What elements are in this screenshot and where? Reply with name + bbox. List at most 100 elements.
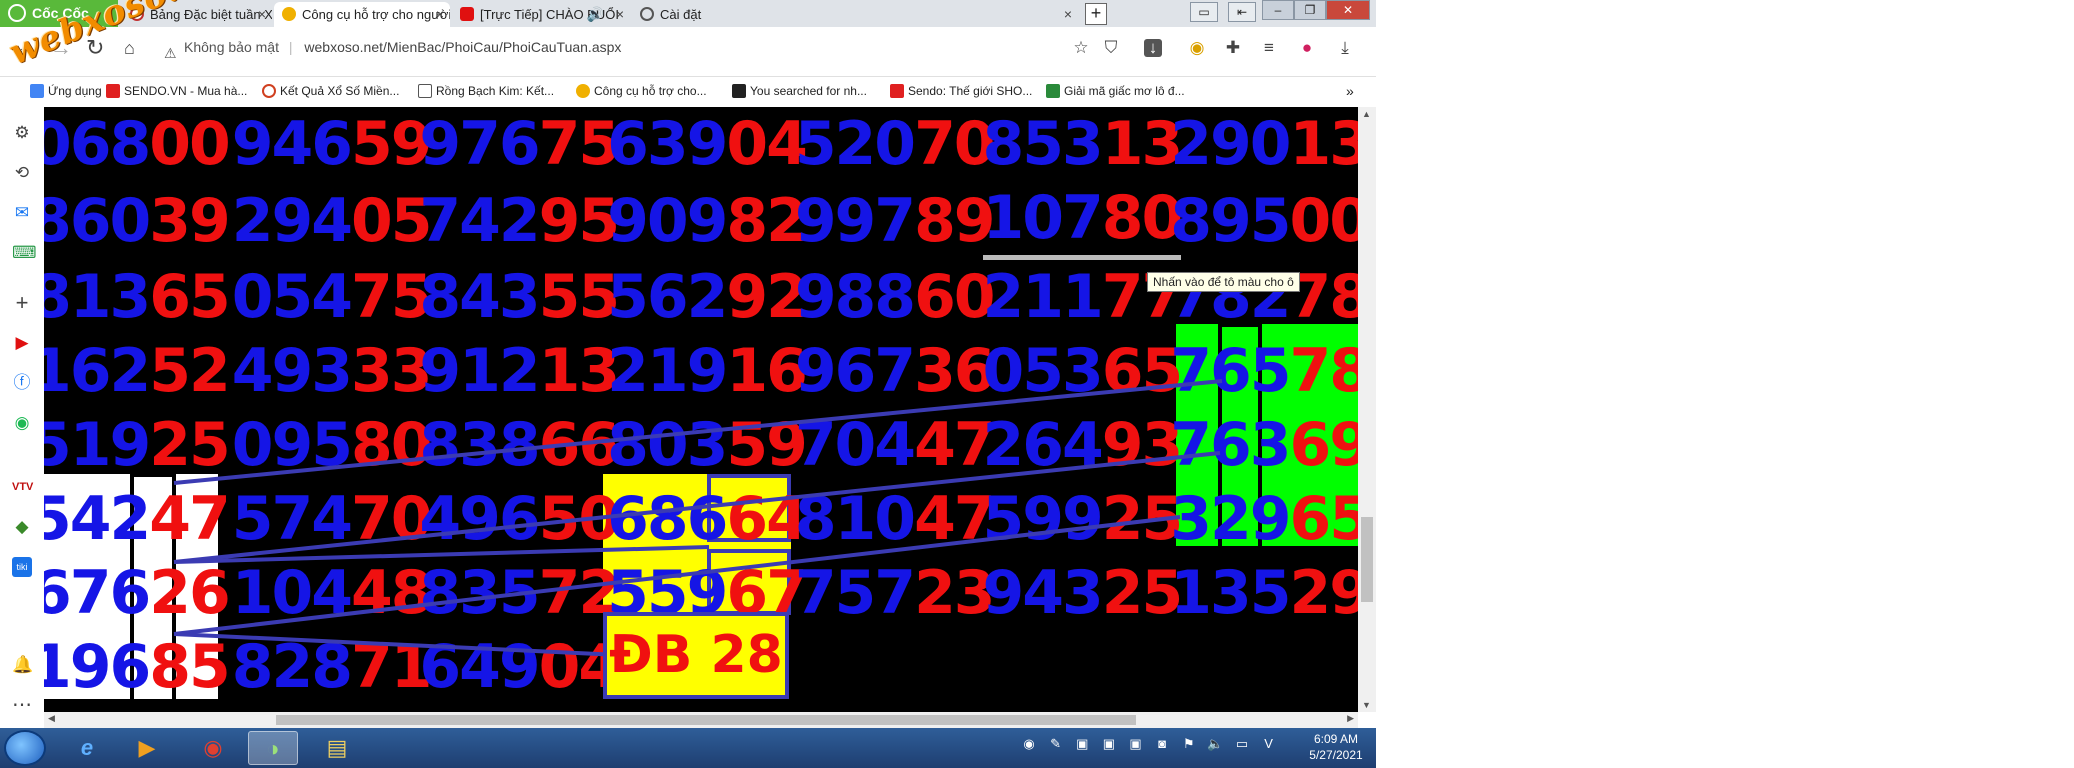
- grid-cell[interactable]: 97675: [419, 107, 620, 181]
- tiki-icon[interactable]: tiki: [12, 557, 32, 577]
- grid-cell[interactable]: 90982: [607, 181, 808, 260]
- scroll-down-arrow-icon[interactable]: ▼: [1362, 700, 1371, 710]
- screenshot-icon[interactable]: ▭: [1190, 2, 1218, 22]
- lottery-number[interactable]: 09580: [232, 408, 433, 482]
- tab-cai-dat[interactable]: Cài đặt ×: [632, 2, 1084, 27]
- sidebar-toggle-icon[interactable]: ⇤: [1228, 2, 1256, 22]
- add-icon[interactable]: +: [12, 292, 32, 314]
- grid-cell[interactable]: 29405: [232, 181, 433, 260]
- grid-cell[interactable]: 63904: [607, 107, 808, 181]
- reading-list-icon[interactable]: ≡: [1260, 39, 1278, 57]
- grid-cell[interactable]: 54247: [44, 482, 232, 556]
- grid-cell[interactable]: 32965: [1170, 482, 1358, 556]
- downloads-icon[interactable]: ⤓: [1336, 39, 1354, 57]
- lottery-number[interactable]: 59925: [983, 482, 1184, 556]
- tab-cong-cu[interactable]: Công cụ hỗ trợ cho người chơi ×: [274, 2, 450, 27]
- bookmark-sendo-the-gioi[interactable]: Sendo: Thế giới SHO...: [890, 80, 1032, 102]
- lottery-number[interactable]: 76578: [1170, 334, 1358, 408]
- grid-cell[interactable]: 09580: [232, 408, 433, 482]
- lottery-number[interactable]: 81365: [44, 260, 231, 334]
- tray-display-icon[interactable]: ▭: [1233, 736, 1251, 752]
- tab-truc-tiep[interactable]: [Trực Tiếp] CHÀO BUỔI 🔊 ×: [452, 2, 630, 27]
- lottery-number[interactable]: 32965: [1170, 482, 1358, 556]
- facebook-icon[interactable]: ⓕ: [12, 373, 32, 393]
- lottery-number[interactable]: 68664: [607, 482, 808, 556]
- shield-icon[interactable]: ⛉: [1102, 39, 1120, 57]
- tray-app-icon[interactable]: ◙: [1153, 736, 1171, 751]
- scroll-up-arrow-icon[interactable]: ▲: [1362, 109, 1371, 119]
- profile-avatar[interactable]: ●: [1298, 39, 1316, 57]
- bookmark-cong-cu[interactable]: Công cụ hỗ trợ cho...: [576, 80, 707, 102]
- bird-icon[interactable]: ◆: [12, 517, 32, 537]
- bookmark-giai-ma[interactable]: Giải mã giấc mơ lô đ...: [1046, 80, 1185, 102]
- grid-cell[interactable]: 84355: [419, 260, 620, 334]
- grid-cell[interactable]: 10780: [982, 181, 1183, 260]
- grid-cell[interactable]: 52070: [795, 107, 996, 181]
- grid-cell[interactable]: 21177: [983, 260, 1184, 334]
- grid-cell[interactable]: 51925: [44, 408, 232, 482]
- lottery-number[interactable]: 29013: [1170, 107, 1358, 181]
- speaker-icon[interactable]: 🔊: [587, 2, 604, 27]
- url-text[interactable]: webxoso.net/MienBac/PhoiCau/PhoiCauTuan.…: [304, 39, 621, 55]
- lottery-number[interactable]: 57470: [232, 482, 433, 556]
- grid-cell[interactable]: [1170, 630, 1358, 704]
- tray-unikey-icon[interactable]: V: [1260, 736, 1278, 751]
- history-icon[interactable]: ⟲: [12, 163, 32, 183]
- start-button[interactable]: [4, 730, 46, 766]
- system-clock[interactable]: 6:09 AM 5/27/2021: [1300, 731, 1372, 763]
- grid-cell[interactable]: 26493: [983, 408, 1184, 482]
- vertical-scroll-thumb[interactable]: [1361, 517, 1373, 602]
- lottery-number[interactable]: 99789: [795, 184, 996, 258]
- tray-keyboard-icon[interactable]: ▣: [1073, 736, 1091, 752]
- lottery-number[interactable]: 80359: [607, 408, 808, 482]
- grid-cell[interactable]: 16252: [44, 334, 232, 408]
- chrome-icon[interactable]: ◉: [1188, 39, 1206, 57]
- lottery-number[interactable]: 51925: [44, 408, 231, 482]
- grid-cell[interactable]: [795, 630, 983, 704]
- media-player-icon[interactable]: ▶: [122, 731, 172, 765]
- address-bar[interactable]: Không bảo mật | webxoso.net/MienBac/Phoi…: [162, 33, 1062, 61]
- lottery-number[interactable]: 16252: [44, 334, 231, 408]
- lottery-number[interactable]: 82871: [232, 630, 433, 704]
- bookmark-sendo-vn[interactable]: SENDO.VN - Mua hà...: [106, 80, 247, 102]
- grid-cell[interactable]: [983, 630, 1171, 704]
- grid-cell[interactable]: 64904: [419, 630, 620, 704]
- lottery-number[interactable]: 49650: [419, 482, 620, 556]
- lottery-number[interactable]: 85313: [983, 107, 1184, 181]
- tray-flag-icon[interactable]: ⚑: [1180, 736, 1198, 752]
- tray-network-icon[interactable]: ◉: [1020, 736, 1038, 752]
- grid-cell[interactable]: 83572: [419, 556, 620, 630]
- grid-cell[interactable]: 21916: [607, 334, 808, 408]
- grid-cell[interactable]: 86039: [44, 181, 232, 260]
- close-window-button[interactable]: ✕: [1326, 0, 1370, 20]
- lottery-number[interactable]: 90982: [607, 184, 808, 258]
- lottery-number[interactable]: 96736: [795, 334, 996, 408]
- lottery-number[interactable]: 94325: [983, 556, 1184, 630]
- close-icon[interactable]: ×: [1064, 2, 1072, 27]
- tray-volume-icon[interactable]: 🔈: [1206, 736, 1224, 752]
- grid-cell[interactable]: 57470: [232, 482, 433, 556]
- close-icon[interactable]: ×: [616, 2, 624, 27]
- grid-cell[interactable]: 56292: [607, 260, 808, 334]
- more-icon[interactable]: ⋯: [12, 695, 32, 715]
- lottery-number[interactable]: 10780: [982, 181, 1183, 260]
- grid-cell[interactable]: 83866: [419, 408, 620, 482]
- grid-cell[interactable]: 76369: [1170, 408, 1358, 482]
- lottery-number[interactable]: 54247: [44, 482, 231, 556]
- lottery-number[interactable]: 91213: [419, 334, 620, 408]
- grid-cell[interactable]: 85313: [983, 107, 1184, 181]
- tray-keyboard-icon[interactable]: ▣: [1127, 736, 1145, 752]
- lottery-number[interactable]: 26493: [983, 408, 1184, 482]
- lottery-number[interactable]: 49333: [232, 334, 433, 408]
- maximize-button[interactable]: ❐: [1294, 0, 1326, 20]
- lottery-number[interactable]: 75723: [795, 556, 996, 630]
- lottery-number[interactable]: 94659: [232, 107, 433, 181]
- messenger-icon[interactable]: ✉: [12, 203, 32, 223]
- lottery-number[interactable]: 84355: [419, 260, 620, 334]
- grid-cell[interactable]: 80359: [607, 408, 808, 482]
- grid-cell[interactable]: 06800: [44, 107, 232, 181]
- grid-cell[interactable]: 10448: [232, 556, 433, 630]
- grid-cell[interactable]: 19685: [44, 630, 232, 704]
- lottery-number[interactable]: 05475: [232, 260, 433, 334]
- tray-keyboard-icon[interactable]: ▣: [1100, 736, 1118, 752]
